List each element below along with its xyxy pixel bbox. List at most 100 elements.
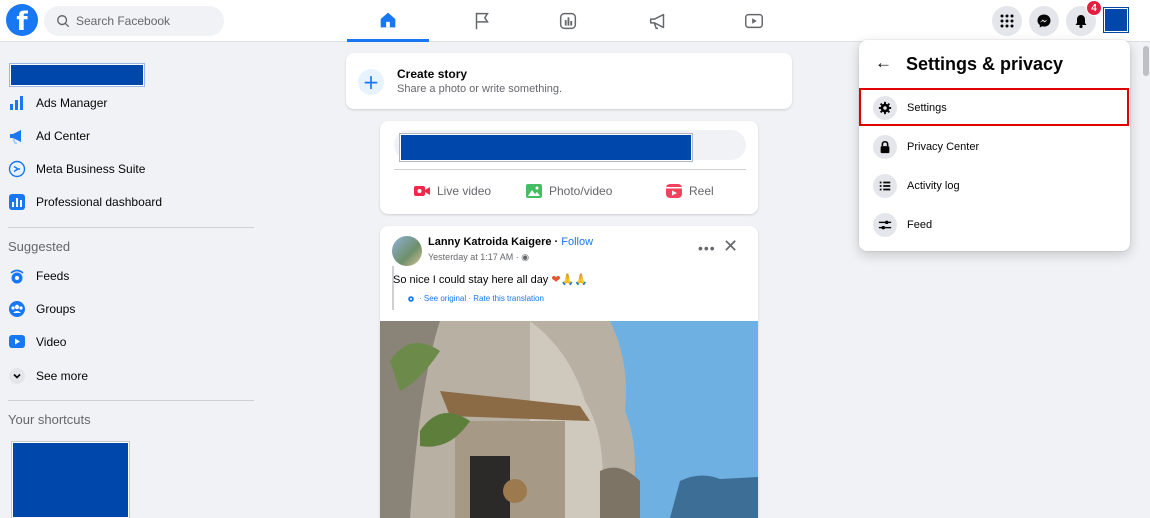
tab-video[interactable] bbox=[713, 0, 795, 42]
hide-post-button[interactable]: ✕ bbox=[723, 236, 738, 257]
settings-menu-title: Settings & privacy bbox=[906, 54, 1064, 74]
post-author-name[interactable]: Lanny Katroida Kaigere bbox=[428, 236, 551, 248]
top-navigation-bar: f 4 bbox=[0, 0, 1150, 42]
create-story-card[interactable]: + Create story Share a photo or write so… bbox=[346, 53, 792, 109]
home-icon bbox=[380, 12, 396, 27]
sidebar-item-professional-dashboard[interactable]: Professional dashboard bbox=[8, 190, 162, 214]
sidebar-item-label: Ads Manager bbox=[36, 96, 108, 110]
search-bar[interactable] bbox=[44, 6, 224, 36]
translation-text: · See original · Rate this translation bbox=[419, 294, 544, 303]
tab-marketplace[interactable] bbox=[527, 0, 609, 42]
search-input[interactable] bbox=[76, 14, 216, 28]
author-separator: · bbox=[551, 236, 562, 248]
shortcut-redacted[interactable] bbox=[11, 441, 130, 518]
post-text-body: So nice I could stay here all day bbox=[393, 274, 552, 286]
search-icon bbox=[57, 15, 70, 28]
feeds-icon bbox=[8, 267, 26, 285]
marketplace-icon bbox=[559, 12, 577, 30]
plus-icon: + bbox=[358, 69, 384, 95]
post-text: So nice I could stay here all day ❤🙏🙏 bbox=[393, 273, 588, 286]
notifications-button[interactable]: 4 bbox=[1066, 0, 1102, 36]
lock-icon bbox=[873, 135, 897, 159]
composer-input-redacted bbox=[399, 133, 693, 162]
sidebar-item-label: Meta Business Suite bbox=[36, 162, 146, 176]
reel-label: Reel bbox=[689, 184, 714, 198]
menu-item-privacy-center[interactable]: Privacy Center bbox=[871, 131, 1121, 163]
sidebar-item-label: Groups bbox=[36, 302, 76, 316]
menu-item-label: Activity log bbox=[907, 180, 960, 192]
settings-privacy-menu: ← Settings & privacy Settings Privacy Ce… bbox=[859, 40, 1130, 251]
gear-icon bbox=[408, 295, 414, 302]
menu-item-label: Feed bbox=[907, 219, 933, 231]
live-video-button[interactable]: Live video bbox=[413, 180, 491, 202]
account-avatar[interactable] bbox=[1103, 7, 1129, 33]
video-icon bbox=[745, 13, 763, 29]
photo-video-label: Photo/video bbox=[549, 184, 613, 198]
video-icon bbox=[8, 333, 26, 351]
post-composer: Live video Photo/video Reel bbox=[380, 121, 758, 214]
bell-icon bbox=[1075, 15, 1087, 29]
megaphone-icon bbox=[649, 13, 665, 30]
messenger-button[interactable] bbox=[1029, 6, 1059, 36]
ads-manager-icon bbox=[8, 94, 26, 112]
post-timestamp[interactable]: Yesterday at 1:17 AM · ◉ bbox=[428, 252, 529, 263]
live-video-icon bbox=[414, 186, 430, 196]
menu-item-label: Privacy Center bbox=[907, 141, 980, 153]
follow-link[interactable]: Follow bbox=[561, 236, 593, 248]
sidebar-item-ads-manager[interactable]: Ads Manager bbox=[8, 91, 107, 115]
create-story-title: Create story bbox=[397, 67, 468, 81]
create-story-subtitle: Share a photo or write something. bbox=[397, 83, 563, 95]
reel-button[interactable]: Reel bbox=[665, 180, 714, 202]
reel-icon bbox=[666, 184, 682, 198]
tab-home[interactable] bbox=[347, 0, 429, 42]
sidebar-item-meta-business-suite[interactable]: Meta Business Suite bbox=[8, 157, 145, 181]
meta-business-icon bbox=[8, 160, 26, 178]
groups-icon bbox=[8, 300, 26, 318]
post-author-line: Lanny Katroida Kaigere · Follow bbox=[428, 236, 593, 248]
page-scrollbar-thumb[interactable] bbox=[1143, 46, 1149, 76]
sidebar-divider bbox=[8, 400, 254, 401]
globe-icon: ◉ bbox=[521, 252, 530, 262]
menu-item-feed[interactable]: Feed bbox=[871, 209, 1121, 241]
chevron-down-icon bbox=[8, 367, 26, 385]
sidebar-divider bbox=[8, 227, 254, 228]
translation-links[interactable]: · See original · Rate this translation bbox=[407, 294, 544, 303]
sidebar-item-ad-center[interactable]: Ad Center bbox=[8, 124, 90, 148]
sidebar-item-feeds[interactable]: Feeds bbox=[8, 264, 69, 288]
shortcuts-heading: Your shortcuts bbox=[8, 412, 91, 427]
sidebar-item-label: See more bbox=[36, 369, 89, 383]
tab-pages[interactable] bbox=[441, 0, 523, 42]
sidebar-item-label: Feeds bbox=[36, 269, 70, 283]
menu-button[interactable] bbox=[992, 6, 1022, 36]
sidebar-item-see-more[interactable]: See more bbox=[8, 364, 88, 388]
back-arrow-icon[interactable]: ← bbox=[875, 53, 892, 73]
messenger-icon bbox=[1037, 14, 1051, 28]
post-options-button[interactable]: ••• bbox=[698, 240, 716, 256]
photo-icon bbox=[526, 184, 542, 198]
sidebar-item-video[interactable]: Video bbox=[8, 330, 66, 354]
left-sidebar: Ads Manager Ad Center Meta Business Suit… bbox=[0, 42, 262, 518]
sliders-icon bbox=[873, 213, 897, 237]
sidebar-item-label: Ad Center bbox=[36, 129, 91, 143]
photo-video-button[interactable]: Photo/video bbox=[525, 180, 612, 202]
composer-divider bbox=[394, 169, 746, 170]
flag-icon bbox=[475, 12, 489, 30]
tab-ads[interactable] bbox=[617, 0, 699, 42]
ad-center-icon bbox=[8, 127, 26, 145]
post-time: Yesterday at 1:17 AM · bbox=[428, 252, 522, 262]
menu-item-activity-log[interactable]: Activity log bbox=[871, 170, 1121, 202]
profile-link-redacted[interactable] bbox=[9, 63, 145, 87]
dashboard-icon bbox=[8, 193, 26, 211]
post-photo[interactable] bbox=[380, 321, 758, 518]
feed-post: Lanny Katroida Kaigere · Follow Yesterda… bbox=[380, 226, 758, 518]
post-author-avatar[interactable] bbox=[392, 236, 422, 266]
post-photo-illustration bbox=[380, 321, 758, 518]
list-icon bbox=[873, 174, 897, 198]
sidebar-item-groups[interactable]: Groups bbox=[8, 297, 75, 321]
facebook-logo[interactable]: f bbox=[6, 4, 38, 36]
page-scrollbar-track[interactable] bbox=[1142, 42, 1150, 518]
grid-menu-icon bbox=[1000, 14, 1014, 28]
post-emoji: ❤🙏🙏 bbox=[551, 274, 588, 286]
live-video-label: Live video bbox=[437, 184, 492, 198]
sidebar-item-label: Professional dashboard bbox=[36, 195, 163, 209]
